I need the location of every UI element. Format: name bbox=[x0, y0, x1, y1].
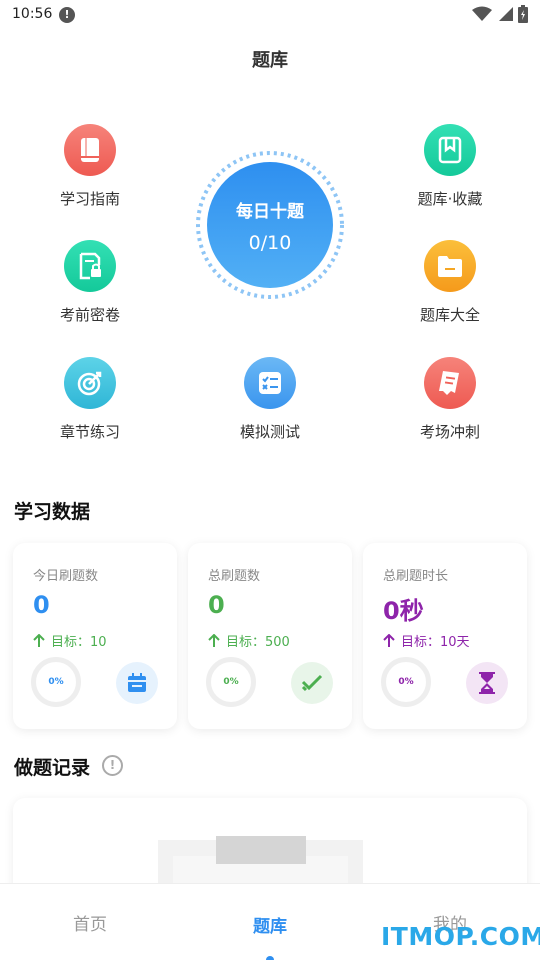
folder-icon bbox=[424, 240, 476, 292]
calendar-icon bbox=[116, 662, 158, 704]
records-title: 做题记录 bbox=[14, 757, 91, 779]
alert-icon: ! bbox=[59, 7, 75, 23]
page-title: 题库 bbox=[252, 50, 288, 71]
watermark: ITMOP.COM bbox=[381, 922, 540, 951]
stat-value: 0 bbox=[208, 591, 225, 619]
status-time: 10:56 bbox=[12, 6, 53, 22]
study-data-title: 学习数据 bbox=[14, 501, 91, 523]
stat-card-today[interactable]: 今日刷题数 0 目标：10 0% bbox=[13, 543, 177, 729]
stat-goal: 目标：10天 bbox=[383, 631, 470, 650]
stat-label: 今日刷题数 bbox=[33, 569, 99, 584]
book-icon bbox=[64, 124, 116, 176]
status-icons bbox=[472, 5, 528, 23]
stat-card-duration[interactable]: 总刷题时长 0秒 目标：10天 0% bbox=[363, 543, 527, 729]
menu-label: 模拟测试 bbox=[239, 423, 300, 441]
menu-exam-secret-paper[interactable]: 考前密卷 bbox=[30, 240, 150, 325]
daily-circle: 每日十题 0/10 bbox=[207, 162, 333, 288]
menu-label: 题库大全 bbox=[419, 306, 480, 324]
stat-label: 总刷题时长 bbox=[383, 569, 449, 584]
stat-goal: 目标：10 bbox=[33, 631, 107, 650]
hourglass-icon bbox=[466, 662, 508, 704]
menu-bank-collection[interactable]: 题库大全 bbox=[390, 240, 510, 325]
menu-bank-favorites[interactable]: 题库·收藏 bbox=[390, 124, 510, 209]
stat-goal-text: 目标：500 bbox=[226, 635, 290, 650]
target-icon bbox=[64, 357, 116, 409]
menu-label: 学习指南 bbox=[59, 190, 120, 208]
daily-ten-button[interactable]: 每日十题 0/10 bbox=[195, 150, 345, 300]
stat-goal-text: 目标：10 bbox=[51, 635, 107, 650]
menu-chapter-practice[interactable]: 章节练习 bbox=[30, 357, 150, 442]
paper-icon bbox=[424, 357, 476, 409]
stat-goal: 目标：500 bbox=[208, 631, 290, 650]
wifi-icon bbox=[472, 6, 492, 21]
menu-label: 题库·收藏 bbox=[417, 190, 483, 208]
info-icon[interactable]: ! bbox=[102, 755, 123, 776]
status-bar: 10:56 ! bbox=[0, 0, 540, 32]
nav-active-indicator bbox=[266, 956, 274, 960]
nav-bank[interactable]: 题库 bbox=[210, 912, 330, 937]
checkmark-icon bbox=[291, 662, 333, 704]
stat-value: 0秒 bbox=[383, 597, 424, 625]
stat-goal-text: 目标：10天 bbox=[401, 635, 470, 650]
bookmark-icon bbox=[424, 124, 476, 176]
menu-label: 考场冲刺 bbox=[419, 423, 480, 441]
menu-label: 章节练习 bbox=[59, 423, 120, 441]
menu-mock-test[interactable]: 模拟测试 bbox=[210, 357, 330, 442]
stat-card-total[interactable]: 总刷题数 0 目标：500 0% bbox=[188, 543, 352, 729]
progress-ring: 0% bbox=[381, 657, 431, 707]
menu-exam-sprint[interactable]: 考场冲刺 bbox=[390, 357, 510, 442]
stat-value: 0 bbox=[33, 591, 50, 619]
daily-title: 每日十题 bbox=[236, 201, 304, 222]
nav-home[interactable]: 首页 bbox=[30, 910, 150, 935]
daily-progress: 0/10 bbox=[248, 231, 292, 254]
arrow-up-icon bbox=[383, 633, 395, 647]
arrow-up-icon bbox=[33, 633, 45, 647]
stat-label: 总刷题数 bbox=[208, 569, 261, 584]
arrow-up-icon bbox=[208, 633, 220, 647]
empty-illustration-top bbox=[216, 836, 306, 864]
signal-icon bbox=[499, 7, 513, 21]
progress-ring: 0% bbox=[206, 657, 256, 707]
locked-document-icon bbox=[64, 240, 116, 292]
menu-label: 考前密卷 bbox=[59, 306, 120, 324]
menu-study-guide[interactable]: 学习指南 bbox=[30, 124, 150, 209]
battery-icon bbox=[518, 5, 528, 23]
checklist-icon bbox=[244, 357, 296, 409]
progress-ring: 0% bbox=[31, 657, 81, 707]
